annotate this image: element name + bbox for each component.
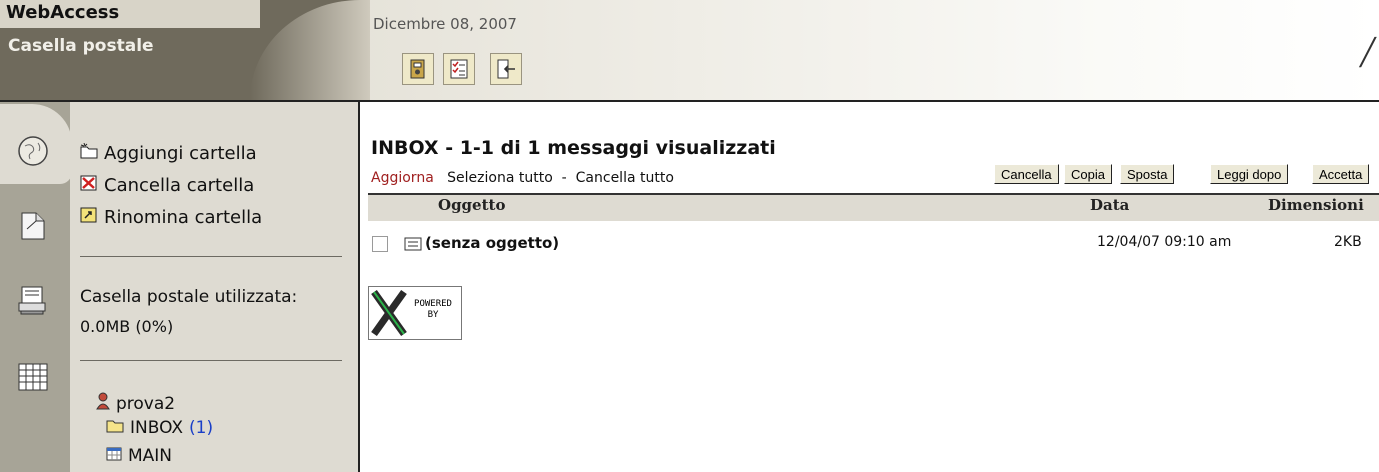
message-date: 12/04/07 09:10 am xyxy=(1097,234,1232,250)
unread-count: (1) xyxy=(189,418,214,438)
powered-line2: BY xyxy=(427,310,439,320)
page-title: INBOX - 1-1 di 1 messaggi visualizzati xyxy=(371,137,776,159)
clear-all-link[interactable]: Cancella tutto xyxy=(576,170,674,186)
delete-folder-label: Cancella cartella xyxy=(104,175,255,196)
message-checkbox[interactable] xyxy=(372,236,388,252)
link-separator: - xyxy=(561,170,567,186)
powered-line1: POWERED xyxy=(414,299,452,309)
folder-label: INBOX xyxy=(130,418,184,438)
refresh-link[interactable]: Aggiorna xyxy=(371,170,434,186)
mailbox-usage-label: Casella postale utilizzata: xyxy=(80,287,298,307)
message-size: 2KB xyxy=(1334,234,1362,250)
x-logo-icon xyxy=(371,289,407,337)
folder-label: MAIN xyxy=(128,446,173,466)
delete-folder-icon xyxy=(80,175,98,196)
rename-folder-label: Rinomina cartella xyxy=(104,207,263,228)
powered-by-logo[interactable]: POWERED BY xyxy=(368,286,462,340)
section-title: Casella postale xyxy=(8,36,154,56)
panel-divider xyxy=(358,102,360,472)
add-folder-label: Aggiungi cartella xyxy=(104,143,257,164)
message-subject[interactable]: (senza oggetto) xyxy=(425,234,559,252)
corner-slash-mark: ╱ xyxy=(1360,38,1376,68)
delete-folder-action[interactable]: Cancella cartella xyxy=(80,175,254,196)
panel-separator xyxy=(80,360,342,361)
folder-icon xyxy=(106,418,124,438)
add-folder-action[interactable]: Aggiungi cartella xyxy=(80,142,257,164)
calendar-folder-icon xyxy=(106,446,122,466)
rename-folder-icon xyxy=(80,207,98,228)
mailbox-usage-value: 0.0MB (0%) xyxy=(80,317,174,336)
message-icon xyxy=(404,236,422,255)
print-stack-icon[interactable] xyxy=(14,281,52,319)
delete-button[interactable]: Cancella xyxy=(994,164,1059,184)
app-title: WebAccess xyxy=(6,2,120,23)
powered-by-text: POWERED BY xyxy=(413,299,453,321)
new-folder-icon xyxy=(80,142,98,164)
document-icon[interactable] xyxy=(14,207,52,245)
column-header-bar xyxy=(368,193,1379,221)
logout-icon[interactable] xyxy=(490,53,522,85)
globe-icon[interactable] xyxy=(14,132,52,170)
column-date[interactable]: Data xyxy=(1090,196,1129,214)
calendar-grid-icon[interactable] xyxy=(14,358,52,396)
tree-folder-inbox[interactable]: INBOX (1) xyxy=(106,418,213,438)
copy-button[interactable]: Copia xyxy=(1064,164,1112,184)
accept-button[interactable]: Accetta xyxy=(1312,164,1370,184)
list-actions: Aggiorna Seleziona tutto - Cancella tutt… xyxy=(371,170,674,186)
panel-separator xyxy=(80,256,342,257)
column-subject[interactable]: Oggetto xyxy=(438,196,505,214)
move-button[interactable]: Sposta xyxy=(1120,164,1175,184)
tree-folder-main[interactable]: MAIN xyxy=(106,446,172,466)
read-later-button[interactable]: Leggi dopo xyxy=(1210,164,1289,184)
current-date: Dicembre 08, 2007 xyxy=(373,15,517,33)
rename-folder-action[interactable]: Rinomina cartella xyxy=(80,207,262,228)
select-all-link[interactable]: Seleziona tutto xyxy=(447,170,553,186)
checklist-icon[interactable] xyxy=(443,53,475,85)
tree-user-label: prova2 xyxy=(116,393,176,414)
tree-user[interactable]: prova2 xyxy=(96,392,175,415)
address-book-icon[interactable] xyxy=(402,53,434,85)
column-size[interactable]: Dimensioni xyxy=(1268,196,1364,214)
user-icon xyxy=(96,392,110,415)
